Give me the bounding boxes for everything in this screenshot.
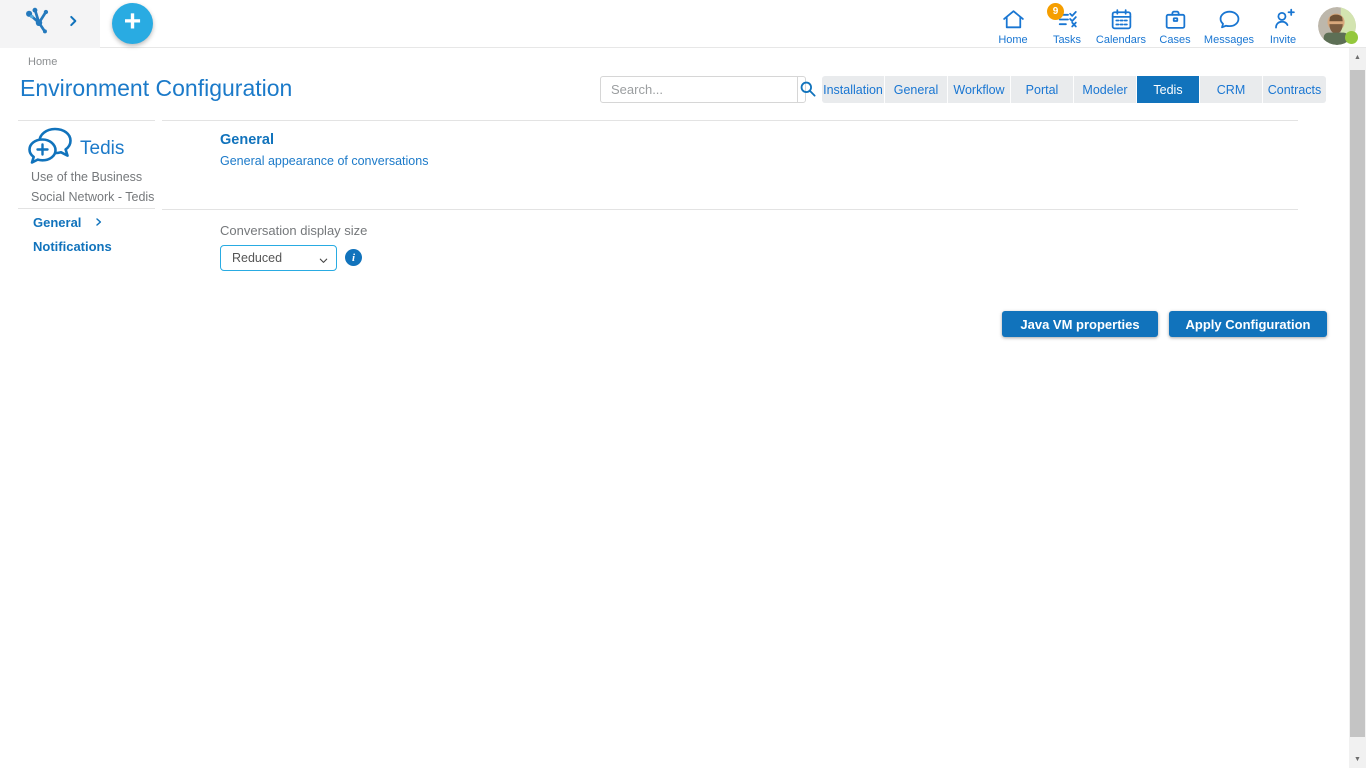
divider [18,208,155,209]
nav-label: Tasks [1053,34,1081,46]
nav-label: Calendars [1096,34,1146,46]
nav-tasks[interactable]: 9 Tasks [1040,2,1094,46]
conversation-display-size-field: Reduced [220,245,337,271]
nav-label: Invite [1270,34,1296,46]
scroll-up-arrow[interactable]: ▲ [1349,49,1366,65]
info-icon[interactable]: i [345,249,362,266]
sidebar-item-general[interactable]: General [33,215,103,230]
plus-icon: + [124,7,142,37]
java-vm-properties-button[interactable]: Java VM properties [1002,311,1158,337]
invite-icon [1271,7,1296,33]
sidebar-item-label: Notifications [33,239,112,254]
divider [162,209,1298,210]
nav-invite[interactable]: Invite [1256,2,1310,46]
top-bar: + Home 9 Tasks Calendars [0,0,1366,48]
section-subtitle: General appearance of conversations [220,154,428,168]
top-navigation: Home 9 Tasks Calendars Cases [986,2,1366,46]
nav-label: Home [998,34,1027,46]
section-title: General [220,132,274,148]
online-status-dot [1345,31,1358,44]
sidebar-item-notifications[interactable]: Notifications [33,239,112,254]
tab-installation[interactable]: Installation [822,76,885,103]
calendars-icon [1109,7,1134,33]
tab-modeler[interactable]: Modeler [1074,76,1137,103]
sidebar-item-label: General [33,215,81,230]
nav-label: Messages [1204,34,1254,46]
sidebar-title: Tedis [80,138,124,160]
divider [18,120,155,121]
add-button[interactable]: + [112,3,153,44]
search-box [600,76,806,103]
divider [162,120,1298,121]
nav-home[interactable]: Home [986,2,1040,46]
nav-calendars[interactable]: Calendars [1094,2,1148,46]
expand-chevron-icon[interactable] [66,14,80,33]
breadcrumb[interactable]: Home [28,56,57,68]
tab-tedis[interactable]: Tedis [1137,76,1200,103]
tasks-badge: 9 [1047,3,1064,20]
search-button[interactable] [797,77,817,102]
nav-label: Cases [1159,34,1190,46]
environment-configuration-page: + Home 9 Tasks Calendars [0,0,1366,768]
search-icon [798,79,817,101]
tab-portal[interactable]: Portal [1011,76,1074,103]
tab-crm[interactable]: CRM [1200,76,1263,103]
vertical-scrollbar[interactable]: ▲ ▼ [1349,48,1366,768]
efficy-logo[interactable] [21,3,57,44]
page-title: Environment Configuration [20,75,292,102]
user-avatar[interactable] [1318,7,1356,45]
tab-general[interactable]: General [885,76,948,103]
home-icon [1001,7,1026,33]
config-tabs: Installation General Workflow Portal Mod… [822,76,1326,103]
sidebar-description: Use of the Business Social Network - Ted… [31,167,179,207]
chevron-right-icon [94,216,103,230]
tab-workflow[interactable]: Workflow [948,76,1011,103]
conversation-display-size-label: Conversation display size [220,223,367,238]
messages-icon [1217,7,1242,33]
apply-configuration-button[interactable]: Apply Configuration [1169,311,1327,337]
scroll-down-arrow[interactable]: ▼ [1349,751,1366,767]
scrollbar-thumb[interactable] [1350,70,1365,737]
conversation-display-size-select[interactable]: Reduced [220,245,337,271]
logo-area [0,0,100,48]
cases-icon [1163,7,1188,33]
nav-messages[interactable]: Messages [1202,2,1256,46]
tab-contracts[interactable]: Contracts [1263,76,1326,103]
nav-cases[interactable]: Cases [1148,2,1202,46]
search-input[interactable] [601,77,797,102]
